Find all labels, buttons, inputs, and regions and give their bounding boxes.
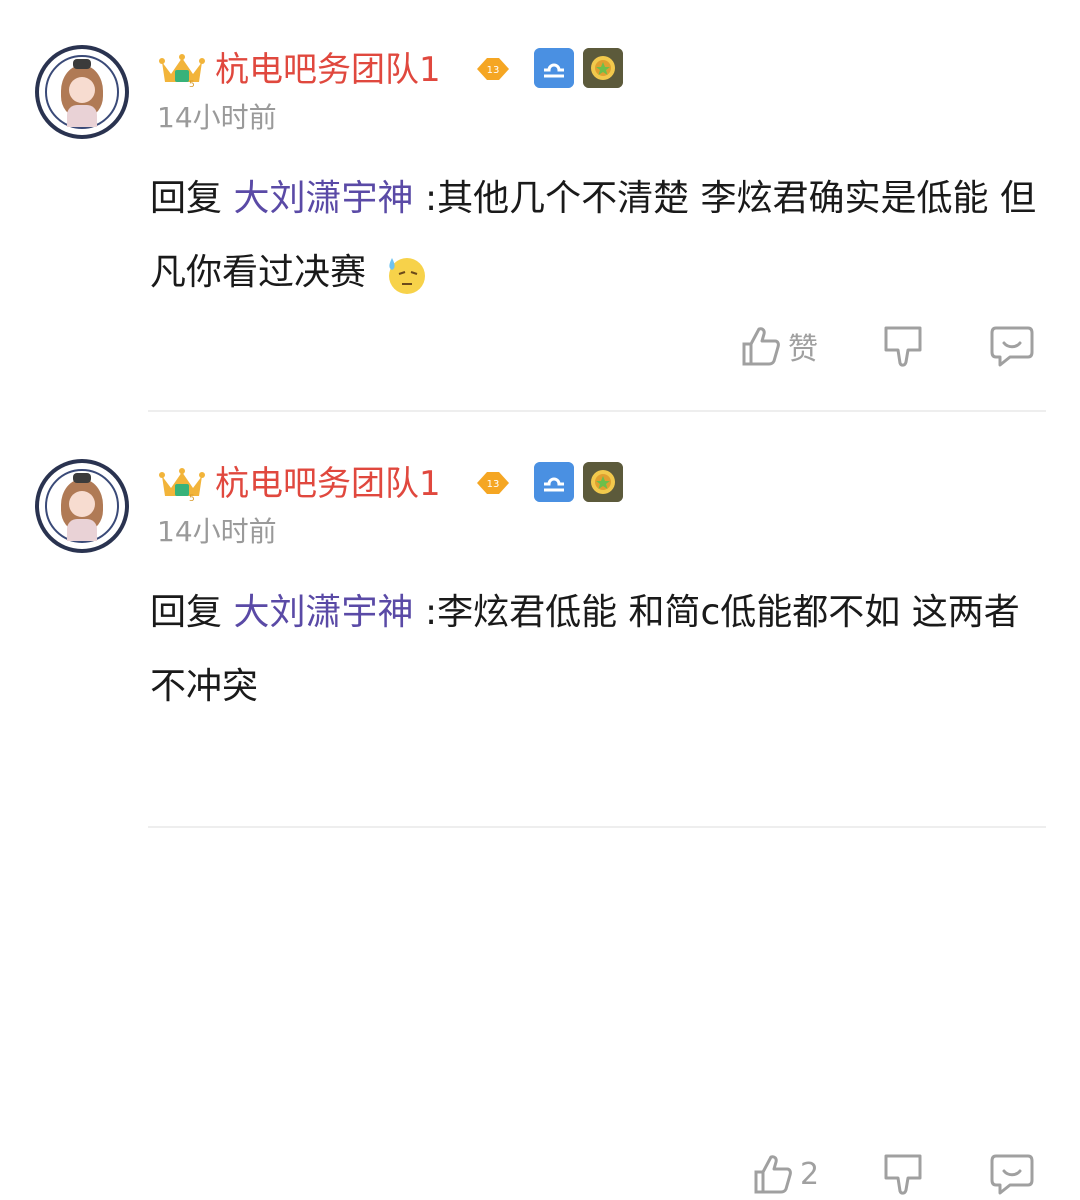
crown-icon: 5: [159, 54, 205, 88]
svg-text:13: 13: [487, 65, 500, 76]
like-count: 2: [800, 1156, 820, 1192]
thumbs-up-icon: [754, 1155, 792, 1194]
sweat-emoji-icon: [389, 258, 426, 294]
svg-text:5: 5: [189, 80, 195, 88]
thumbs-up-icon: [742, 327, 780, 366]
comment-actions: 赞: [0, 322, 1080, 372]
libra-badge-icon: [534, 462, 574, 502]
comment-time: 14小时前: [157, 101, 277, 134]
avatar[interactable]: [35, 459, 129, 553]
thumbs-down-icon[interactable]: [882, 322, 926, 370]
divider: [148, 410, 1046, 412]
reply-prefix: 回复: [150, 178, 223, 219]
reply-target-link[interactable]: 大刘潇宇神: [233, 178, 413, 219]
star-medal-icon: [583, 462, 623, 502]
like-count: 赞: [788, 332, 818, 367]
star-medal-icon: [583, 48, 623, 88]
level-badge: 13: [477, 58, 509, 80]
reply-icon[interactable]: [990, 322, 1034, 370]
like-button[interactable]: 赞: [740, 322, 818, 370]
comment-text: 回复 大刘潇宇神 :其他几个不清楚 李炫君确实是低能 但凡你看过决赛: [150, 162, 1050, 310]
comment-text: 回复 大刘潇宇神 :李炫君低能 和简c低能都不如 这两者不冲突: [150, 576, 1050, 724]
thumbs-down-icon[interactable]: [882, 1150, 926, 1198]
svg-text:13: 13: [487, 479, 500, 490]
divider: [148, 826, 1046, 828]
comment-actions: 2: [0, 1150, 1080, 1200]
username[interactable]: 杭电吧务团队1: [215, 48, 441, 92]
username[interactable]: 杭电吧务团队1: [215, 462, 441, 506]
svg-text:5: 5: [189, 494, 195, 502]
reply-target-link[interactable]: 大刘潇宇神: [233, 592, 413, 633]
reply-prefix: 回复: [150, 592, 223, 633]
avatar[interactable]: [35, 45, 129, 139]
reply-icon[interactable]: [990, 1150, 1034, 1198]
level-badge: 13: [477, 472, 509, 494]
like-button[interactable]: 2: [752, 1150, 819, 1198]
crown-icon: 5: [159, 468, 205, 502]
libra-badge-icon: [534, 48, 574, 88]
comment-time: 14小时前: [157, 515, 277, 548]
